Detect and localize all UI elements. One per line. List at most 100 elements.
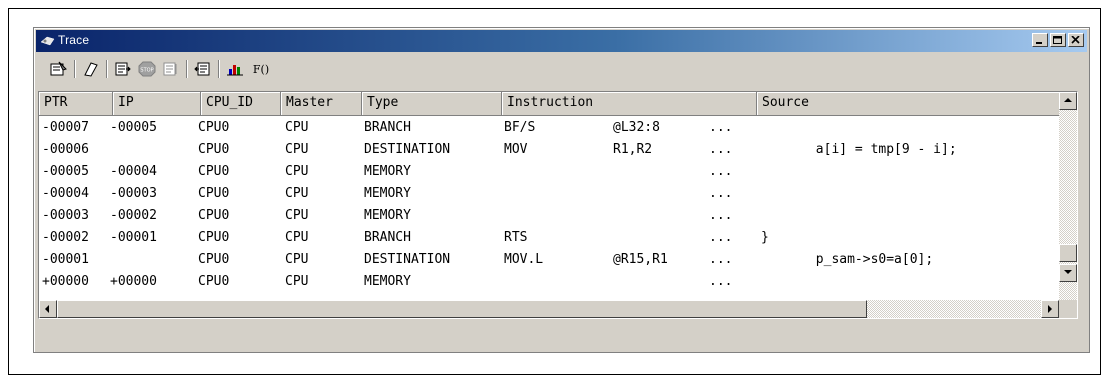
column-header-cpu-id[interactable]: CPU_ID xyxy=(201,92,281,116)
table-row[interactable]: -00006 CPU0 CPU DESTINATION MOV R1,R2 ..… xyxy=(39,139,1059,161)
master-cell: CPU xyxy=(285,186,309,201)
column-header-master[interactable]: Master xyxy=(281,92,362,116)
scroll-right-button[interactable] xyxy=(1041,300,1059,318)
toolbar-separator xyxy=(74,60,76,78)
ip-cell: -00002 xyxy=(110,208,157,223)
mnemonic-cell: RTS xyxy=(504,230,528,245)
cpu-id-cell: CPU0 xyxy=(198,186,230,201)
more-cell: ... xyxy=(709,120,733,135)
type-cell: MEMORY xyxy=(364,186,411,201)
save-icon[interactable] xyxy=(192,58,214,80)
cpu-id-cell: CPU0 xyxy=(198,230,230,245)
source-cell: } xyxy=(761,230,769,245)
toolbar-separator xyxy=(186,60,188,78)
table-header: PTR IP CPU_ID Master Type Instruction So… xyxy=(39,92,1061,116)
master-cell: CPU xyxy=(285,208,309,223)
table-row[interactable]: -00002 -00001 CPU0 CPU BRANCH RTS ... } xyxy=(39,227,1059,249)
master-cell: CPU xyxy=(285,274,309,289)
ptr-cell: -00005 xyxy=(42,164,89,179)
ptr-cell: -00003 xyxy=(42,208,89,223)
properties-icon[interactable] xyxy=(48,58,70,80)
ptr-cell: -00002 xyxy=(42,230,89,245)
horizontal-scroll-thumb[interactable] xyxy=(57,300,867,318)
more-cell: ... xyxy=(709,186,733,201)
statistics-icon[interactable] xyxy=(224,58,246,80)
ptr-cell: -00007 xyxy=(42,120,89,135)
clear-icon[interactable] xyxy=(80,58,102,80)
operand-cell: @L32:8 xyxy=(613,120,660,135)
master-cell: CPU xyxy=(285,120,309,135)
ip-cell: -00005 xyxy=(110,120,157,135)
more-cell: ... xyxy=(709,252,733,267)
operand-cell: @R15,R1 xyxy=(613,252,668,267)
column-header-instruction[interactable]: Instruction xyxy=(502,92,757,116)
master-cell: CPU xyxy=(285,252,309,267)
operand-cell: R1,R2 xyxy=(613,142,653,157)
window-title: Trace xyxy=(58,33,90,47)
title-bar[interactable]: Trace xyxy=(36,30,1087,52)
column-header-ip[interactable]: IP xyxy=(113,92,201,116)
type-cell: MEMORY xyxy=(364,274,411,289)
column-header-ptr[interactable]: PTR xyxy=(39,92,113,116)
svg-text:STOP: STOP xyxy=(140,68,153,74)
scroll-up-button[interactable] xyxy=(1059,92,1077,110)
ptr-cell: -00001 xyxy=(42,252,89,267)
type-cell: BRANCH xyxy=(364,230,411,245)
toolbar-separator xyxy=(218,60,220,78)
more-cell: ... xyxy=(709,274,733,289)
stop-icon[interactable]: STOP xyxy=(136,58,158,80)
mnemonic-cell: BF/S xyxy=(504,120,536,135)
trace-window: Trace STOP F() PTR IP CPU_ID Master Type… xyxy=(33,27,1090,353)
more-cell: ... xyxy=(709,164,733,179)
table-row[interactable]: -00007 -00005 CPU0 CPU BRANCH BF/S @L32:… xyxy=(39,117,1059,139)
close-button[interactable] xyxy=(1068,33,1084,47)
toolbar: STOP F() xyxy=(38,56,1085,84)
ptr-cell: -00004 xyxy=(42,186,89,201)
ip-cell: +00000 xyxy=(110,274,157,289)
minimize-button[interactable] xyxy=(1032,33,1048,47)
cpu-id-cell: CPU0 xyxy=(198,120,230,135)
type-cell: MEMORY xyxy=(364,164,411,179)
trace-table[interactable]: PTR IP CPU_ID Master Type Instruction So… xyxy=(38,91,1078,319)
table-row[interactable]: -00003 -00002 CPU0 CPU MEMORY ... xyxy=(39,205,1059,227)
ptr-cell: -00006 xyxy=(42,142,89,157)
cpu-id-cell: CPU0 xyxy=(198,274,230,289)
column-header-type[interactable]: Type xyxy=(362,92,502,116)
trace-find-icon[interactable] xyxy=(160,58,182,80)
vertical-scrollbar[interactable] xyxy=(1059,92,1077,302)
cpu-id-cell: CPU0 xyxy=(198,208,230,223)
more-cell: ... xyxy=(709,142,733,157)
cpu-id-cell: CPU0 xyxy=(198,164,230,179)
type-cell: BRANCH xyxy=(364,120,411,135)
cpu-id-cell: CPU0 xyxy=(198,142,230,157)
more-cell: ... xyxy=(709,208,733,223)
table-row[interactable]: -00004 -00003 CPU0 CPU MEMORY ... xyxy=(39,183,1059,205)
table-row[interactable]: -00005 -00004 CPU0 CPU MEMORY ... xyxy=(39,161,1059,183)
column-header-source[interactable]: Source xyxy=(757,92,1061,116)
scroll-left-button[interactable] xyxy=(39,300,57,318)
type-cell: DESTINATION xyxy=(364,142,451,157)
type-cell: MEMORY xyxy=(364,208,411,223)
ip-cell: -00004 xyxy=(110,164,157,179)
ip-cell: -00003 xyxy=(110,186,157,201)
scrollbar-corner xyxy=(1059,300,1077,318)
table-row[interactable]: +00000 +00000 CPU0 CPU MEMORY ... xyxy=(39,271,1059,293)
scroll-down-button[interactable] xyxy=(1059,264,1077,282)
source-cell: a[i] = tmp[9 - i]; xyxy=(761,142,957,157)
scroll-thumb[interactable] xyxy=(1059,244,1077,262)
ptr-cell: +00000 xyxy=(42,274,89,289)
maximize-button[interactable] xyxy=(1050,33,1066,47)
acquisition-icon[interactable] xyxy=(112,58,134,80)
trace-window-icon xyxy=(40,34,56,48)
mnemonic-cell: MOV xyxy=(504,142,528,157)
master-cell: CPU xyxy=(285,142,309,157)
type-cell: DESTINATION xyxy=(364,252,451,267)
master-cell: CPU xyxy=(285,164,309,179)
table-row[interactable]: -00001 CPU0 CPU DESTINATION MOV.L @R15,R… xyxy=(39,249,1059,271)
function-call-icon[interactable]: F() xyxy=(250,58,272,80)
source-cell: p_sam->s0=a[0]; xyxy=(761,252,934,267)
horizontal-scrollbar[interactable] xyxy=(39,300,1059,318)
master-cell: CPU xyxy=(285,230,309,245)
cpu-id-cell: CPU0 xyxy=(198,252,230,267)
toolbar-separator xyxy=(106,60,108,78)
